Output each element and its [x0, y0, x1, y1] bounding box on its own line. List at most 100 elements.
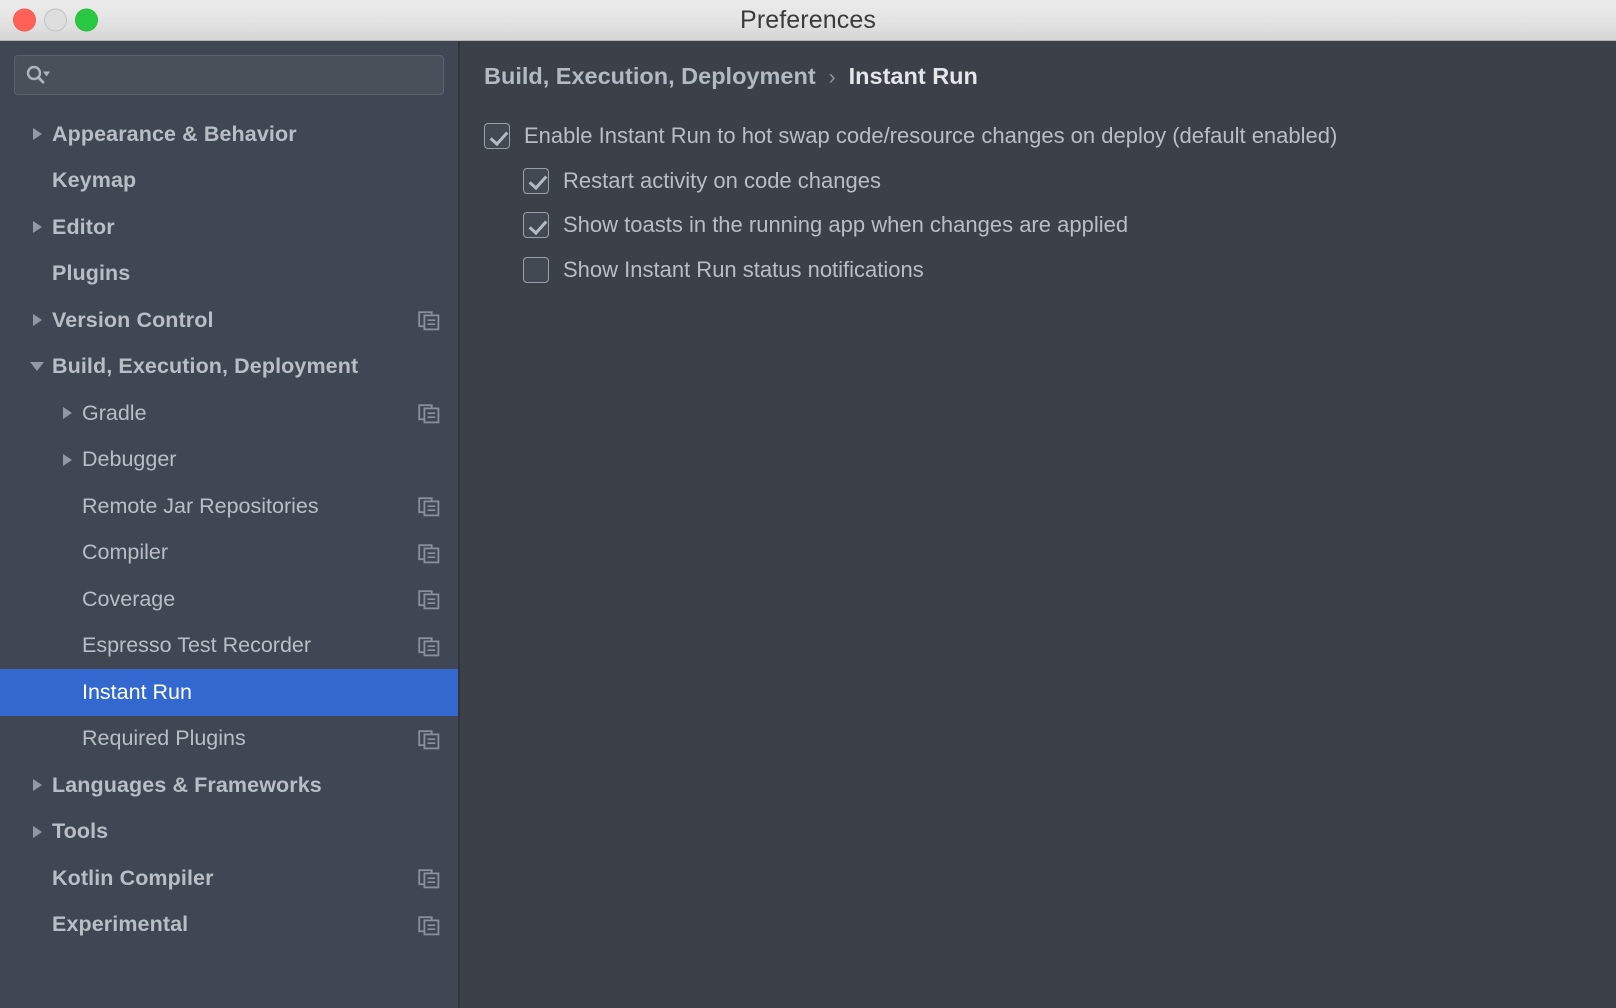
sidebar-item-label: Tools — [52, 819, 109, 844]
copy-settings-icon[interactable] — [418, 635, 440, 657]
sidebar-item-label: Languages & Frameworks — [52, 772, 322, 797]
option-label: Show toasts in the running app when chan… — [563, 212, 1129, 238]
option-label: Enable Instant Run to hot swap code/reso… — [524, 123, 1338, 149]
option-label: Restart activity on code changes — [563, 167, 881, 193]
sidebar-item-instant-run[interactable]: Instant Run — [0, 669, 458, 716]
sidebar-item-label: Editor — [52, 214, 115, 239]
sidebar-item-label: Appearance & Behavior — [52, 121, 297, 146]
option-row[interactable]: Enable Instant Run to hot swap code/reso… — [484, 114, 1616, 159]
sidebar-item-build-execution-deployment[interactable]: Build, Execution, Deployment — [0, 344, 458, 391]
breadcrumb-separator-icon: › — [828, 66, 836, 89]
arrow-glyph — [32, 825, 42, 838]
sidebar-item-espresso-test-recorder[interactable]: Espresso Test Recorder — [0, 623, 458, 670]
checkbox-checked-icon[interactable] — [484, 123, 510, 150]
chevron-right-icon[interactable] — [22, 314, 52, 327]
sidebar-item-version-control[interactable]: Version Control — [0, 297, 458, 344]
copy-settings-icon[interactable] — [418, 914, 440, 936]
window-body: Appearance & Behavior Keymap Editor Plugins… — [0, 41, 1616, 1008]
arrow-glyph — [62, 453, 72, 466]
search-container — [0, 41, 458, 95]
sidebar-item-appearance-behavior[interactable]: Appearance & Behavior — [0, 111, 458, 158]
arrow-glyph — [32, 128, 42, 141]
copy-settings-icon[interactable] — [418, 309, 440, 331]
sidebar-item-label: Experimental — [52, 912, 189, 937]
sidebar-item-gradle[interactable]: Gradle — [0, 390, 458, 437]
preferences-window: Preferences Appearance & Behavior Keymap — [0, 0, 1616, 1008]
chevron-right-icon[interactable] — [22, 221, 52, 234]
settings-tree: Appearance & Behavior Keymap Editor Plugins… — [0, 111, 458, 948]
arrow-glyph — [62, 407, 72, 420]
chevron-right-icon[interactable] — [22, 779, 52, 792]
sidebar-item-label: Required Plugins — [82, 726, 246, 751]
chevron-down-icon[interactable] — [22, 362, 52, 372]
arrow-glyph — [30, 362, 44, 372]
chevron-right-icon[interactable] — [52, 453, 82, 466]
sidebar-item-label: Build, Execution, Deployment — [52, 354, 359, 379]
window-title: Preferences — [740, 5, 876, 34]
option-row[interactable]: Show Instant Run status notifications — [484, 248, 1616, 293]
option-row[interactable]: Show toasts in the running app when chan… — [484, 203, 1616, 248]
sidebar-item-label: Compiler — [82, 540, 169, 565]
copy-settings-icon[interactable] — [418, 402, 440, 424]
sidebar-item-keymap[interactable]: Keymap — [0, 158, 458, 205]
sidebar-item-plugins[interactable]: Plugins — [0, 251, 458, 298]
search-input[interactable] — [51, 64, 433, 86]
chevron-right-icon[interactable] — [22, 128, 52, 141]
minimize-window-button[interactable] — [44, 8, 67, 32]
option-label: Show Instant Run status notifications — [563, 256, 924, 282]
copy-settings-icon[interactable] — [418, 867, 440, 889]
breadcrumb-parent[interactable]: Build, Execution, Deployment — [484, 63, 816, 90]
sidebar-item-remote-jar-repositories[interactable]: Remote Jar Repositories — [0, 483, 458, 530]
arrow-glyph — [32, 779, 42, 792]
sidebar-item-label: Remote Jar Repositories — [82, 493, 319, 518]
copy-settings-icon[interactable] — [418, 588, 440, 610]
chevron-right-icon[interactable] — [22, 825, 52, 838]
sidebar-item-required-plugins[interactable]: Required Plugins — [0, 716, 458, 763]
sidebar-item-debugger[interactable]: Debugger — [0, 437, 458, 484]
sidebar-item-compiler[interactable]: Compiler — [0, 530, 458, 577]
copy-settings-icon[interactable] — [418, 495, 440, 517]
arrow-glyph — [32, 221, 42, 234]
sidebar-item-languages-frameworks[interactable]: Languages & Frameworks — [0, 762, 458, 809]
search-box[interactable] — [14, 55, 444, 95]
copy-settings-icon[interactable] — [418, 542, 440, 564]
sidebar-item-experimental[interactable]: Experimental — [0, 902, 458, 949]
sidebar-item-tools[interactable]: Tools — [0, 809, 458, 856]
checkbox-checked-icon[interactable] — [523, 167, 549, 194]
close-window-button[interactable] — [13, 8, 36, 32]
settings-sidebar: Appearance & Behavior Keymap Editor Plugins… — [0, 41, 460, 1008]
arrow-glyph — [32, 314, 42, 327]
breadcrumb-current: Instant Run — [848, 63, 978, 89]
sidebar-item-label: Coverage — [82, 586, 176, 611]
copy-settings-icon[interactable] — [418, 728, 440, 750]
option-row[interactable]: Restart activity on code changes — [484, 159, 1616, 204]
settings-detail-panel: Build, Execution, Deployment › Instant R… — [460, 41, 1616, 1008]
chevron-right-icon[interactable] — [52, 407, 82, 420]
traffic-light-group — [13, 8, 98, 32]
sidebar-item-label: Gradle — [82, 400, 147, 425]
sidebar-item-label: Plugins — [52, 261, 131, 286]
checkbox-unchecked-icon[interactable] — [523, 256, 549, 283]
sidebar-item-kotlin-compiler[interactable]: Kotlin Compiler — [0, 855, 458, 902]
sidebar-item-label: Espresso Test Recorder — [82, 633, 312, 658]
sidebar-item-label: Version Control — [52, 307, 214, 332]
instant-run-options: Enable Instant Run to hot swap code/reso… — [484, 110, 1616, 292]
window-titlebar: Preferences — [0, 0, 1616, 41]
checkbox-checked-icon[interactable] — [523, 212, 549, 239]
sidebar-item-coverage[interactable]: Coverage — [0, 576, 458, 623]
breadcrumb: Build, Execution, Deployment › Instant R… — [484, 63, 1616, 90]
search-icon — [25, 63, 51, 87]
sidebar-item-label: Debugger — [82, 447, 177, 472]
sidebar-item-label: Keymap — [52, 168, 137, 193]
zoom-window-button[interactable] — [75, 8, 98, 32]
sidebar-item-editor[interactable]: Editor — [0, 204, 458, 251]
